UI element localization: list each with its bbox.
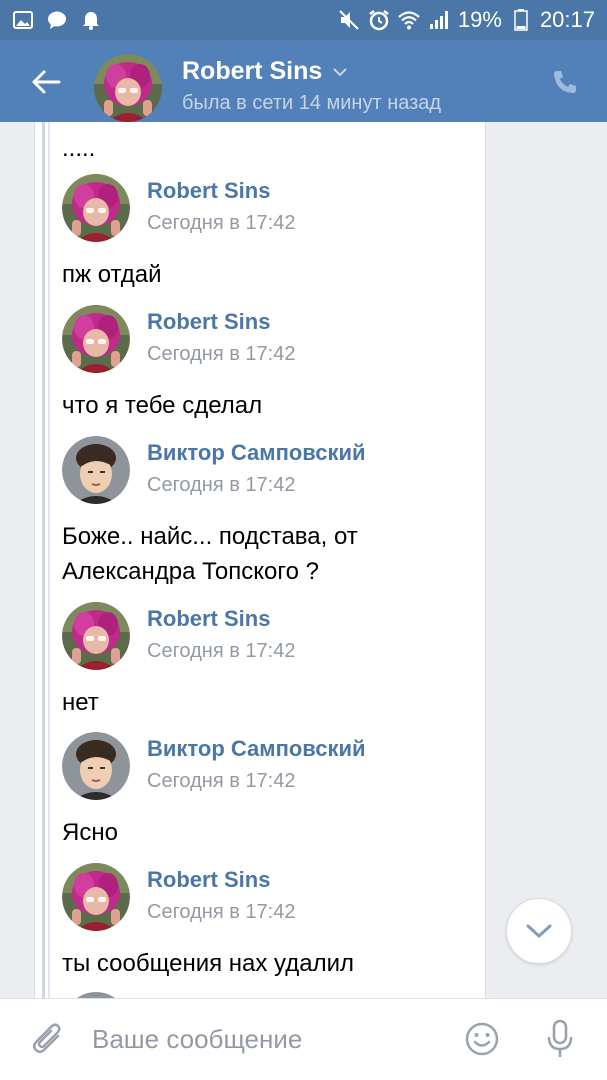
message-text: ты сообщения нах удалил — [62, 950, 355, 977]
message-time: Сегодня в 17:42 — [147, 474, 296, 496]
paperclip-icon — [33, 1023, 61, 1053]
microphone-icon — [547, 1019, 573, 1057]
author-name[interactable]: Виктор Самповский — [147, 440, 366, 466]
voice-message-button[interactable] — [540, 1017, 580, 1061]
clock: 20:17 — [539, 7, 595, 32]
message-text: что я тебе сделал — [62, 392, 263, 419]
smile-icon — [465, 1022, 499, 1056]
wifi-icon — [398, 9, 420, 31]
battery-percent: 19% — [457, 7, 502, 32]
message-list[interactable]: ..... Robert Sins Сегодня в 17:42 пж отд… — [0, 122, 607, 998]
alarm-icon — [368, 9, 390, 31]
message-text: Боже.. найс... подстава, от — [62, 523, 358, 550]
message-header: Виктор Самповский Сегодня в 17:42 — [62, 732, 462, 802]
scroll-down-button[interactable] — [506, 898, 572, 964]
avatar[interactable] — [62, 305, 130, 373]
author-name[interactable]: Robert Sins — [147, 606, 270, 632]
signal-icon — [428, 9, 450, 31]
call-button[interactable] — [545, 62, 585, 102]
contact-name[interactable]: Robert Sins — [182, 57, 348, 86]
quote-line — [42, 122, 45, 998]
chat-header: Robert Sins была в сети 14 минут назад — [0, 40, 607, 122]
chevron-down-icon — [526, 924, 552, 938]
avatar[interactable] — [62, 174, 130, 242]
message-text: Александра Топского ? — [62, 558, 319, 585]
message-text: ..... — [62, 135, 96, 162]
message-time: Сегодня в 17:42 — [147, 343, 296, 365]
composer-bar — [0, 998, 607, 1080]
avatar[interactable] — [62, 732, 130, 800]
message-text: нет — [62, 689, 99, 716]
chevron-down-icon — [333, 67, 348, 76]
message-time: Сегодня в 17:42 — [147, 901, 296, 923]
attach-button[interactable] — [28, 1019, 68, 1059]
author-name[interactable]: Виктор Самповский — [147, 736, 366, 762]
message-header: Виктор Самповский Сегодня в 17:42 — [62, 436, 462, 506]
avatar[interactable] — [94, 54, 162, 122]
phone-icon — [554, 71, 576, 93]
message-time: Сегодня в 17:42 — [147, 770, 296, 792]
contact-name-label: Robert Sins — [182, 57, 323, 85]
message-header: Robert Sins Сегодня в 17:42 — [62, 305, 462, 375]
image-icon — [12, 9, 34, 31]
message-text: Ясно — [62, 819, 118, 846]
last-seen-status: была в сети 14 минут назад — [182, 92, 442, 114]
emoji-button[interactable] — [462, 1019, 502, 1059]
battery-icon — [510, 9, 532, 31]
message-time: Сегодня в 17:42 — [147, 212, 296, 234]
back-button[interactable] — [26, 62, 66, 102]
message-time: Сегодня в 17:42 — [147, 640, 296, 662]
quote-line — [48, 122, 50, 998]
message-icon — [46, 9, 68, 31]
mute-icon — [338, 9, 360, 31]
message-text: пж отдай — [62, 261, 162, 288]
bell-icon — [80, 9, 102, 31]
avatar[interactable] — [62, 602, 130, 670]
message-input[interactable] — [92, 1017, 442, 1061]
status-bar: 19% 20:17 — [0, 0, 607, 40]
message-header: Robert Sins Сегодня в 17:42 — [62, 602, 462, 672]
message-header: Robert Sins Сегодня в 17:42 — [62, 174, 462, 244]
arrow-left-icon — [32, 70, 61, 94]
avatar[interactable] — [62, 436, 130, 504]
avatar[interactable] — [62, 863, 130, 931]
author-name[interactable]: Robert Sins — [147, 178, 270, 204]
message-header: Robert Sins Сегодня в 17:42 — [62, 863, 462, 933]
author-name[interactable]: Robert Sins — [147, 309, 270, 335]
author-name[interactable]: Robert Sins — [147, 867, 270, 893]
